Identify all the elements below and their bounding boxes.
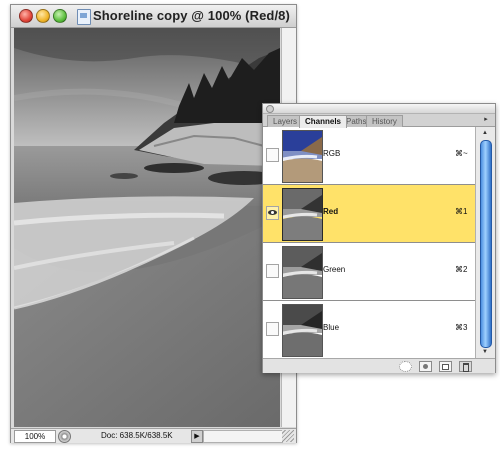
channel-thumbnail-rgb bbox=[282, 130, 323, 183]
channels-palette: Layers Channels Paths History ▸ RGB ⌘~ R… bbox=[262, 103, 496, 373]
tab-channels[interactable]: Channels bbox=[299, 115, 348, 128]
load-channel-as-selection-button[interactable] bbox=[399, 361, 412, 372]
channel-row-blue[interactable]: Blue ⌘3 bbox=[263, 301, 475, 359]
shoreline-image bbox=[14, 28, 280, 427]
eye-icon bbox=[268, 210, 277, 215]
new-channel-button[interactable] bbox=[439, 361, 452, 372]
resize-grip-icon[interactable] bbox=[282, 430, 294, 442]
palette-tabs: Layers Channels Paths History ▸ bbox=[263, 114, 495, 128]
palette-title-bar[interactable] bbox=[263, 104, 495, 114]
scroll-up-arrow-icon[interactable]: ▲ bbox=[480, 129, 490, 137]
status-menu-arrow-icon[interactable]: ▶ bbox=[191, 430, 203, 443]
title-bar[interactable]: Shoreline copy @ 100% (Red/8) bbox=[11, 5, 296, 28]
channel-shortcut: ⌘1 bbox=[455, 207, 468, 216]
trash-icon[interactable] bbox=[459, 361, 472, 372]
status-info-icon[interactable] bbox=[58, 430, 71, 443]
channel-row-rgb[interactable]: RGB ⌘~ bbox=[263, 127, 475, 185]
zoom-field[interactable]: 100% bbox=[14, 430, 56, 443]
document-proxy-icon[interactable] bbox=[77, 9, 91, 25]
palette-menu-icon[interactable]: ▸ bbox=[481, 115, 491, 124]
channel-thumbnail-blue bbox=[282, 304, 323, 357]
tab-history[interactable]: History bbox=[366, 115, 403, 127]
channel-thumbnail-red bbox=[282, 188, 323, 241]
visibility-toggle[interactable] bbox=[266, 148, 279, 162]
channel-row-green[interactable]: Green ⌘2 bbox=[263, 243, 475, 301]
channel-name: RGB bbox=[323, 149, 341, 158]
palette-scrollbar[interactable]: ▲ ▼ bbox=[475, 127, 495, 358]
document-size: Doc: 638.5K/638.5K bbox=[101, 431, 173, 440]
channel-list: RGB ⌘~ Red ⌘1 Green ⌘2 Blue ⌘3 bbox=[263, 127, 475, 359]
window-title: Shoreline copy @ 100% (Red/8) bbox=[93, 8, 290, 23]
zoom-button[interactable] bbox=[53, 9, 67, 23]
minimize-button[interactable] bbox=[36, 9, 50, 23]
channel-name: Blue bbox=[323, 323, 340, 332]
image-canvas[interactable] bbox=[14, 28, 280, 427]
visibility-toggle[interactable] bbox=[266, 206, 279, 220]
palette-button-bar bbox=[263, 358, 495, 373]
channel-row-red[interactable]: Red ⌘1 bbox=[263, 185, 475, 243]
channel-shortcut: ⌘2 bbox=[455, 265, 468, 274]
document-window: Shoreline copy @ 100% (Red/8) 100% Doc: … bbox=[10, 4, 297, 443]
save-selection-as-channel-button[interactable] bbox=[419, 361, 432, 372]
channel-name: Red bbox=[323, 207, 339, 216]
horizontal-scrollbar[interactable] bbox=[203, 430, 283, 443]
visibility-toggle[interactable] bbox=[266, 322, 279, 336]
channel-name: Green bbox=[323, 265, 346, 274]
scroll-thumb[interactable] bbox=[480, 140, 492, 348]
close-button[interactable] bbox=[19, 9, 33, 23]
scroll-down-arrow-icon[interactable]: ▼ bbox=[480, 348, 490, 356]
channel-thumbnail-green bbox=[282, 246, 323, 299]
visibility-toggle[interactable] bbox=[266, 264, 279, 278]
channel-shortcut: ⌘3 bbox=[455, 323, 468, 332]
tab-layers[interactable]: Layers bbox=[267, 115, 304, 127]
status-bar: 100% Doc: 638.5K/638.5K ▶ bbox=[11, 428, 296, 443]
channel-shortcut: ⌘~ bbox=[455, 149, 468, 158]
palette-close-button[interactable] bbox=[266, 105, 274, 113]
